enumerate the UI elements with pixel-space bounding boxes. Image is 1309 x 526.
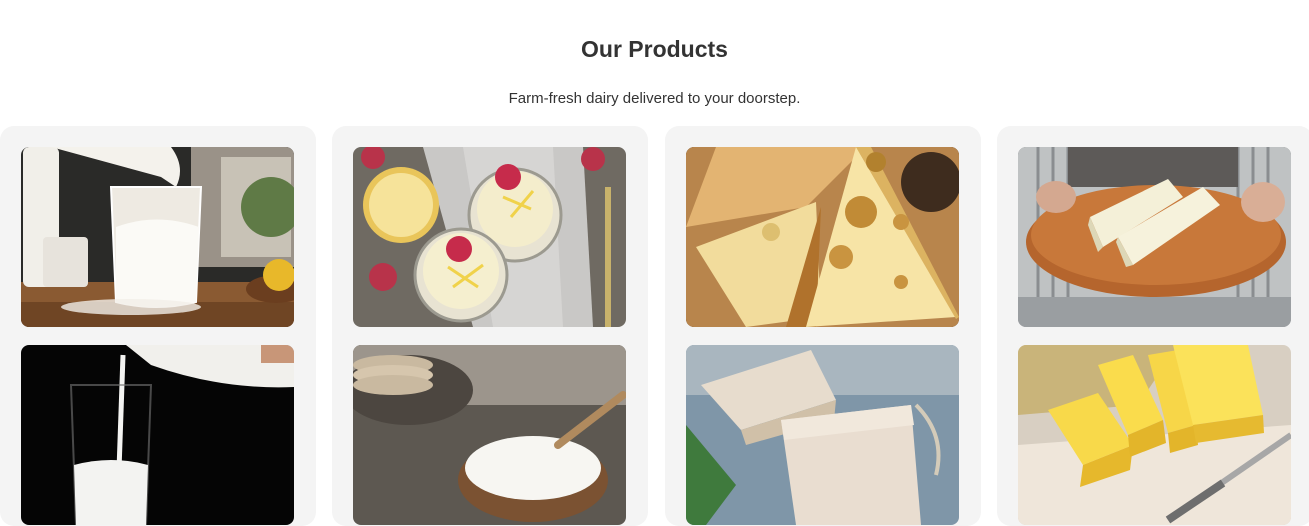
section-subtitle: Farm-fresh dairy delivered to your doors…: [508, 90, 801, 107]
butter-blocks-image[interactable]: [1018, 345, 1291, 525]
milk-pour-dark-image[interactable]: [21, 345, 294, 525]
product-card-cheese[interactable]: [665, 126, 981, 526]
yogurt-jars-lemon-image[interactable]: [353, 147, 626, 327]
section-title: Our Products: [581, 36, 728, 63]
swiss-cheese-image[interactable]: [686, 147, 959, 327]
butter-board-image[interactable]: [1018, 147, 1291, 327]
milk-glass-pour-image[interactable]: [21, 147, 294, 327]
product-card-yogurt[interactable]: [332, 126, 648, 526]
product-card-milk[interactable]: [0, 126, 316, 526]
product-card-butter[interactable]: [997, 126, 1309, 526]
soap-cheese-blocks-image[interactable]: [686, 345, 959, 525]
yogurt-bowl-image[interactable]: [353, 345, 626, 525]
